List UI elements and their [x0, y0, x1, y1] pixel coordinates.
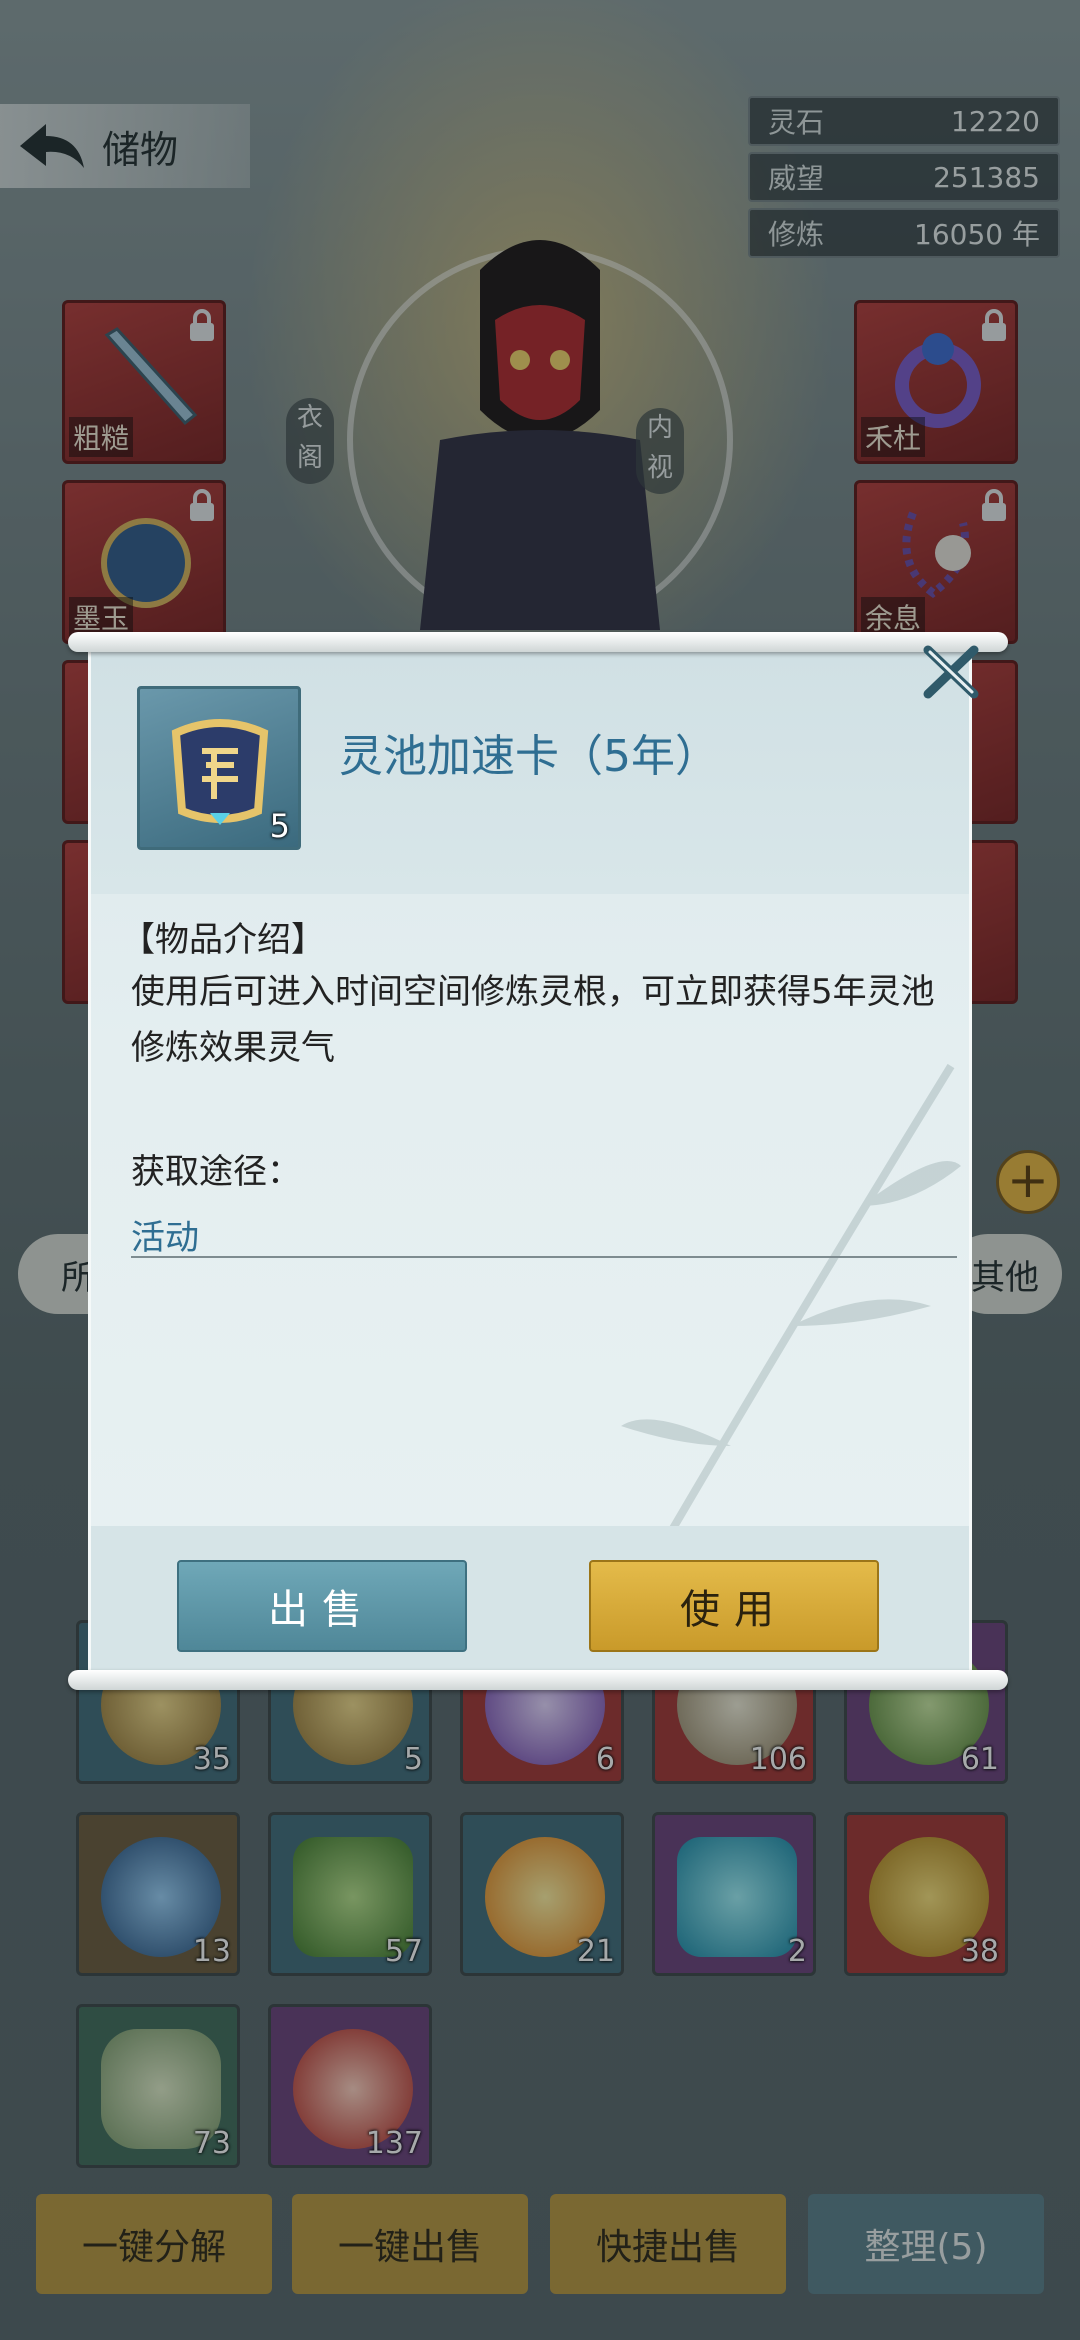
item-name: 灵池加速卡（5年） — [339, 731, 719, 782]
item-detail-dialog: 5 灵池加速卡（5年） 【物品介绍】 使用后可进入时间空间修炼灵根，可立即获得5… — [68, 632, 1008, 1690]
source-heading: 获取途径： — [131, 1152, 301, 1192]
scroll-rod-top — [68, 632, 1008, 652]
item-icon: 5 — [137, 686, 301, 850]
close-icon[interactable] — [918, 644, 984, 700]
use-label: 使用 — [680, 1587, 788, 1633]
bamboo-watermark — [621, 1063, 961, 1569]
item-quantity: 5 — [269, 807, 290, 845]
scroll-rod-bottom — [68, 1670, 1008, 1690]
description-heading: 【物品介绍】 — [121, 920, 325, 960]
talisman-card-icon — [171, 719, 269, 825]
sell-button[interactable]: 出售 — [177, 1560, 467, 1652]
description-text: 使用后可进入时间空间修炼灵根，可立即获得5年灵池修炼效果灵气 — [131, 972, 935, 1068]
use-button[interactable]: 使用 — [589, 1560, 879, 1652]
divider — [131, 1256, 957, 1258]
sell-label: 出售 — [268, 1587, 376, 1633]
source-link-activity[interactable]: 活动 — [131, 1210, 199, 1259]
dialog-scroll-paper: 5 灵池加速卡（5年） 【物品介绍】 使用后可进入时间空间修炼灵根，可立即获得5… — [88, 646, 972, 1676]
